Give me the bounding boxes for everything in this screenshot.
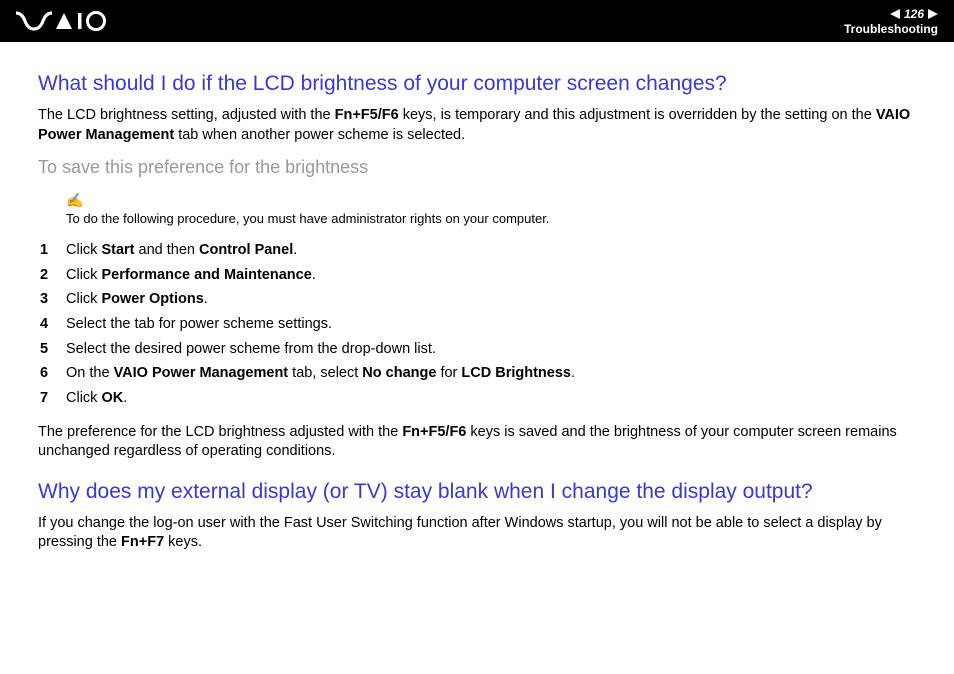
note-icon: ✍ (66, 192, 916, 209)
step-number: 4 (38, 312, 66, 337)
text: Select the tab for power scheme settings… (66, 316, 332, 332)
step-text: Click Start and then Control Panel. (66, 238, 916, 263)
step-item: 1 Click Start and then Control Panel. (38, 238, 916, 263)
text: Click (66, 291, 101, 307)
note-text: To do the following procedure, you must … (66, 211, 916, 226)
step-number: 1 (38, 238, 66, 263)
step-number: 5 (38, 337, 66, 362)
step-item: 3 Click Power Options. (38, 287, 916, 312)
text-bold: Fn+F7 (121, 534, 164, 550)
steps-list: 1 Click Start and then Control Panel. 2 … (38, 238, 916, 410)
step-item: 4 Select the tab for power scheme settin… (38, 312, 916, 337)
text: tab, select (288, 365, 362, 381)
step-text: Click Performance and Maintenance. (66, 263, 916, 288)
section2: Why does my external display (or TV) sta… (38, 480, 916, 553)
section2-body: If you change the log-on user with the F… (38, 514, 916, 553)
text-bold: Start (101, 242, 134, 258)
text: Click (66, 267, 101, 283)
text: Select the desired power scheme from the… (66, 341, 436, 357)
section1-heading: What should I do if the LCD brightness o… (38, 72, 916, 96)
text: . (571, 365, 575, 381)
text: Click (66, 390, 101, 406)
step-number: 2 (38, 263, 66, 288)
section-label: Troubleshooting (844, 22, 938, 36)
text: The LCD brightness setting, adjusted wit… (38, 107, 335, 123)
step-text: On the VAIO Power Management tab, select… (66, 361, 916, 386)
text-bold: Performance and Maintenance (101, 267, 311, 283)
vaio-logo (16, 11, 112, 31)
text-bold: Power Options (101, 291, 203, 307)
next-page-arrow-icon[interactable] (928, 9, 938, 19)
note-block: ✍ To do the following procedure, you mus… (66, 192, 916, 226)
prev-page-arrow-icon[interactable] (890, 9, 900, 19)
step-number: 3 (38, 287, 66, 312)
text: keys. (164, 534, 202, 550)
step-text: Select the desired power scheme from the… (66, 337, 916, 362)
text-bold: Fn+F5/F6 (335, 107, 399, 123)
section1-subheading: To save this preference for the brightne… (38, 157, 916, 178)
text: The preference for the LCD brightness ad… (38, 424, 402, 440)
step-item: 6 On the VAIO Power Management tab, sele… (38, 361, 916, 386)
text: tab when another power scheme is selecte… (174, 127, 465, 143)
text: keys, is temporary and this adjustment i… (399, 107, 876, 123)
step-number: 7 (38, 386, 66, 411)
section2-heading: Why does my external display (or TV) sta… (38, 480, 916, 504)
section1-outro: The preference for the LCD brightness ad… (38, 423, 916, 462)
page-nav: 126 (844, 7, 938, 21)
text-bold: Fn+F5/F6 (402, 424, 466, 440)
page-content: What should I do if the LCD brightness o… (0, 42, 954, 585)
step-text: Click OK. (66, 386, 916, 411)
text: . (204, 291, 208, 307)
text-bold: No change (362, 365, 436, 381)
text: . (293, 242, 297, 258)
text: . (312, 267, 316, 283)
step-text: Click Power Options. (66, 287, 916, 312)
text: Click (66, 242, 101, 258)
step-item: 7 Click OK. (38, 386, 916, 411)
text: for (436, 365, 461, 381)
text-bold: VAIO Power Management (114, 365, 289, 381)
text: and then (135, 242, 200, 258)
text-bold: LCD Brightness (461, 365, 571, 381)
text-bold: Control Panel (199, 242, 293, 258)
text: On the (66, 365, 114, 381)
text: . (123, 390, 127, 406)
page-number: 126 (904, 7, 924, 21)
step-text: Select the tab for power scheme settings… (66, 312, 916, 337)
step-number: 6 (38, 361, 66, 386)
header-right: 126 Troubleshooting (844, 7, 938, 36)
step-item: 2 Click Performance and Maintenance. (38, 263, 916, 288)
step-item: 5 Select the desired power scheme from t… (38, 337, 916, 362)
text-bold: OK (101, 390, 123, 406)
section1-intro: The LCD brightness setting, adjusted wit… (38, 106, 916, 145)
page-header: 126 Troubleshooting (0, 0, 954, 42)
